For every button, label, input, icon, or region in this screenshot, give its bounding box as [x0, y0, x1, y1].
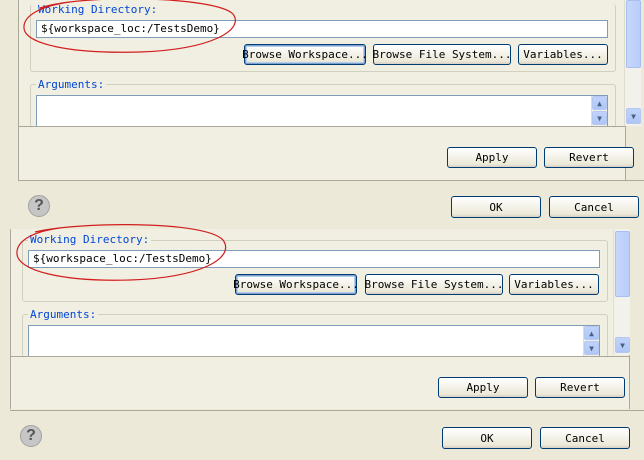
top-arguments-textarea[interactable]: ▲ ▼: [36, 95, 608, 127]
bottom-ok-button[interactable]: OK: [442, 427, 532, 449]
bottom-apply-button[interactable]: Apply: [438, 377, 528, 398]
scroll-up-icon[interactable]: ▲: [584, 326, 599, 340]
bottom-working-directory-label: Working Directory:: [28, 233, 152, 246]
scroll-down-icon[interactable]: ▼: [592, 111, 607, 125]
bottom-dialog-separator: [10, 410, 644, 411]
bottom-browse-workspace-button[interactable]: Browse Workspace...: [233, 274, 359, 295]
top-working-directory-label: Working Directory:: [36, 3, 160, 16]
bottom-working-directory-field[interactable]: ${workspace_loc:/TestsDemo}: [28, 250, 600, 268]
scroll-up-icon[interactable]: ▲: [592, 96, 607, 110]
top-working-directory-field[interactable]: ${workspace_loc:/TestsDemo}: [36, 20, 608, 38]
top-browse-workspace-button[interactable]: Browse Workspace...: [242, 44, 368, 65]
top-cancel-button[interactable]: Cancel: [549, 196, 639, 218]
bottom-arguments-label: Arguments:: [28, 308, 99, 321]
bottom-cancel-button[interactable]: Cancel: [540, 427, 630, 449]
top-arguments-label: Arguments:: [36, 78, 107, 91]
scroll-down-icon[interactable]: ▼: [584, 341, 599, 355]
bottom-arguments-scrollbar[interactable]: ▲ ▼: [583, 326, 599, 356]
bottom-outer-scroll-thumb[interactable]: [615, 231, 630, 297]
help-icon[interactable]: ?: [28, 195, 50, 217]
bottom-arguments-textarea[interactable]: ▲ ▼: [28, 325, 600, 357]
top-arguments-scrollbar[interactable]: ▲ ▼: [591, 96, 607, 126]
top-variables-button[interactable]: Variables...: [518, 44, 608, 65]
top-dialog-separator: [18, 180, 644, 181]
top-panel-separator: [18, 126, 626, 127]
bottom-panel-separator: [10, 356, 630, 357]
bottom-outer-scrollbar[interactable]: ▼: [613, 229, 630, 355]
bottom-browse-file-system-button[interactable]: Browse File System...: [364, 274, 504, 295]
top-outer-scroll-thumb[interactable]: [626, 0, 641, 68]
help-icon[interactable]: ?: [20, 425, 42, 447]
bottom-revert-button[interactable]: Revert: [535, 377, 625, 398]
top-ok-button[interactable]: OK: [451, 196, 541, 218]
scroll-down-icon[interactable]: ▼: [615, 337, 630, 353]
bottom-variables-button[interactable]: Variables...: [509, 274, 599, 295]
scroll-down-icon[interactable]: ▼: [626, 108, 641, 124]
top-apply-button[interactable]: Apply: [447, 147, 537, 168]
top-browse-file-system-button[interactable]: Browse File System...: [372, 44, 512, 65]
top-outer-scrollbar[interactable]: ▼: [624, 0, 641, 126]
top-revert-button[interactable]: Revert: [544, 147, 634, 168]
